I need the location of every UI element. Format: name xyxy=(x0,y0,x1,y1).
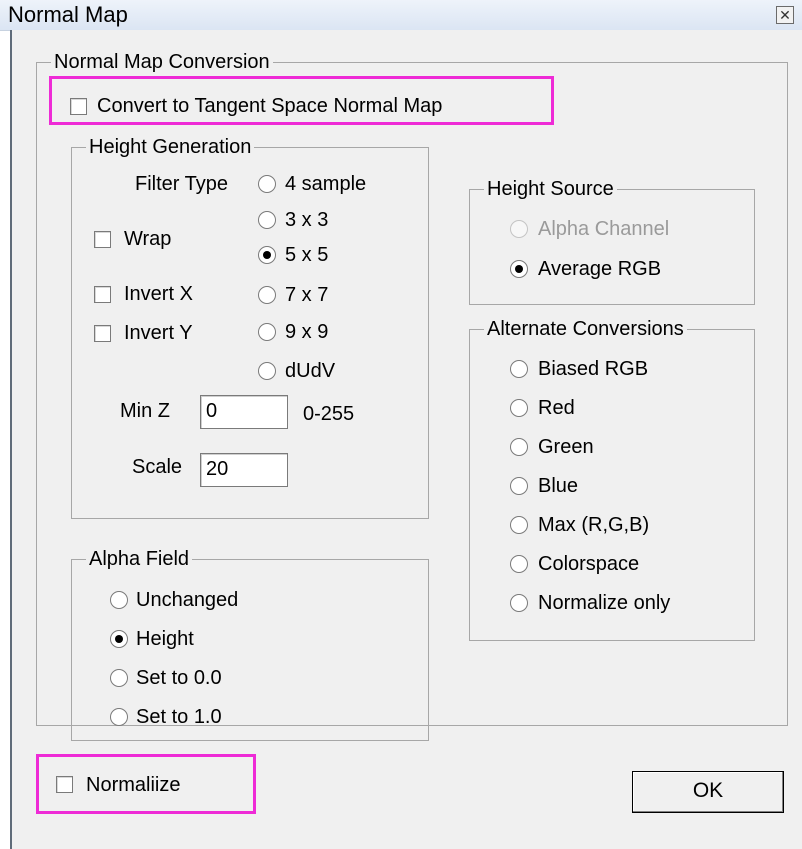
close-icon[interactable]: ✕ xyxy=(776,6,794,24)
filter-7x7-radio[interactable] xyxy=(258,286,276,304)
min-z-input[interactable]: 0 xyxy=(200,395,288,429)
filter-type-label: Filter Type xyxy=(135,173,228,195)
alpha-field-group: Alpha Field Unchanged Height Set to 0.0 … xyxy=(71,546,429,741)
invert-y-label: Invert Y xyxy=(124,322,193,344)
filter-3x3-radio[interactable] xyxy=(258,211,276,229)
wrap-checkbox[interactable] xyxy=(94,231,111,248)
alpha-height-radio[interactable] xyxy=(110,630,128,648)
normalize-only-label: Normalize only xyxy=(538,592,671,614)
blue-label: Blue xyxy=(538,475,579,497)
filter-5x5-label: 5 x 5 xyxy=(285,244,329,266)
filter-7x7-label: 7 x 7 xyxy=(285,284,329,306)
biased-rgb-radio[interactable] xyxy=(510,360,528,378)
filter-9x9-label: 9 x 9 xyxy=(285,321,329,343)
alpha-channel-radio[interactable] xyxy=(510,220,528,238)
normalize-only-radio[interactable] xyxy=(510,594,528,612)
scale-label: Scale xyxy=(132,456,183,478)
tangent-space-highlight xyxy=(49,76,554,125)
green-radio[interactable] xyxy=(510,438,528,456)
red-radio[interactable] xyxy=(510,399,528,417)
alpha-set1-label: Set to 1.0 xyxy=(136,706,222,728)
average-rgb-radio[interactable] xyxy=(510,260,528,278)
title-bar[interactable]: Normal Map ✕ xyxy=(0,0,802,31)
filter-4sample-radio[interactable] xyxy=(258,175,276,193)
dialog-body: Normal Map Conversion Convert to Tangent… xyxy=(10,30,802,849)
invert-x-checkbox[interactable] xyxy=(94,286,111,303)
alpha-height-label: Height xyxy=(136,628,194,650)
filter-9x9-radio[interactable] xyxy=(258,323,276,341)
normalize-highlight xyxy=(36,754,256,814)
scale-input[interactable]: 20 xyxy=(200,453,288,487)
max-rgb-radio[interactable] xyxy=(510,516,528,534)
filter-3x3-label: 3 x 3 xyxy=(285,209,329,231)
red-label: Red xyxy=(538,397,575,419)
wrap-label: Wrap xyxy=(124,228,172,250)
alpha-set0-radio[interactable] xyxy=(110,669,128,687)
group-legend: Height Generation xyxy=(86,134,255,160)
green-label: Green xyxy=(538,436,594,458)
invert-x-label: Invert X xyxy=(124,283,193,305)
filter-dudv-radio[interactable] xyxy=(258,362,276,380)
group-legend: Alternate Conversions xyxy=(484,316,687,342)
min-z-range-label: 0-255 xyxy=(303,403,355,425)
biased-rgb-label: Biased RGB xyxy=(538,358,649,380)
height-generation-group: Height Generation Filter Type 4 sample 3… xyxy=(71,134,429,519)
group-legend: Height Source xyxy=(484,176,617,202)
ok-button[interactable]: OK xyxy=(632,771,784,813)
alpha-set0-label: Set to 0.0 xyxy=(136,667,222,689)
filter-dudv-label: dUdV xyxy=(285,360,336,382)
filter-5x5-radio[interactable] xyxy=(258,246,276,264)
alternate-conversions-group: Alternate Conversions Biased RGB Red Gre… xyxy=(469,316,755,641)
alpha-channel-label: Alpha Channel xyxy=(538,218,670,240)
colorspace-radio[interactable] xyxy=(510,555,528,573)
blue-radio[interactable] xyxy=(510,477,528,495)
min-z-label: Min Z xyxy=(120,400,170,422)
average-rgb-label: Average RGB xyxy=(538,258,662,280)
group-legend: Alpha Field xyxy=(86,546,193,572)
max-rgb-label: Max (R,G,B) xyxy=(538,514,650,536)
group-legend: Normal Map Conversion xyxy=(51,49,273,75)
colorspace-label: Colorspace xyxy=(538,553,640,575)
filter-4sample-label: 4 sample xyxy=(285,173,367,195)
alpha-unchanged-radio[interactable] xyxy=(110,591,128,609)
height-source-group: Height Source Alpha Channel Average RGB xyxy=(469,176,755,305)
alpha-set1-radio[interactable] xyxy=(110,708,128,726)
alpha-unchanged-label: Unchanged xyxy=(136,589,239,611)
normal-map-conversion-group: Normal Map Conversion Convert to Tangent… xyxy=(36,49,788,741)
window-title: Normal Map xyxy=(8,2,128,27)
invert-y-checkbox[interactable] xyxy=(94,325,111,342)
